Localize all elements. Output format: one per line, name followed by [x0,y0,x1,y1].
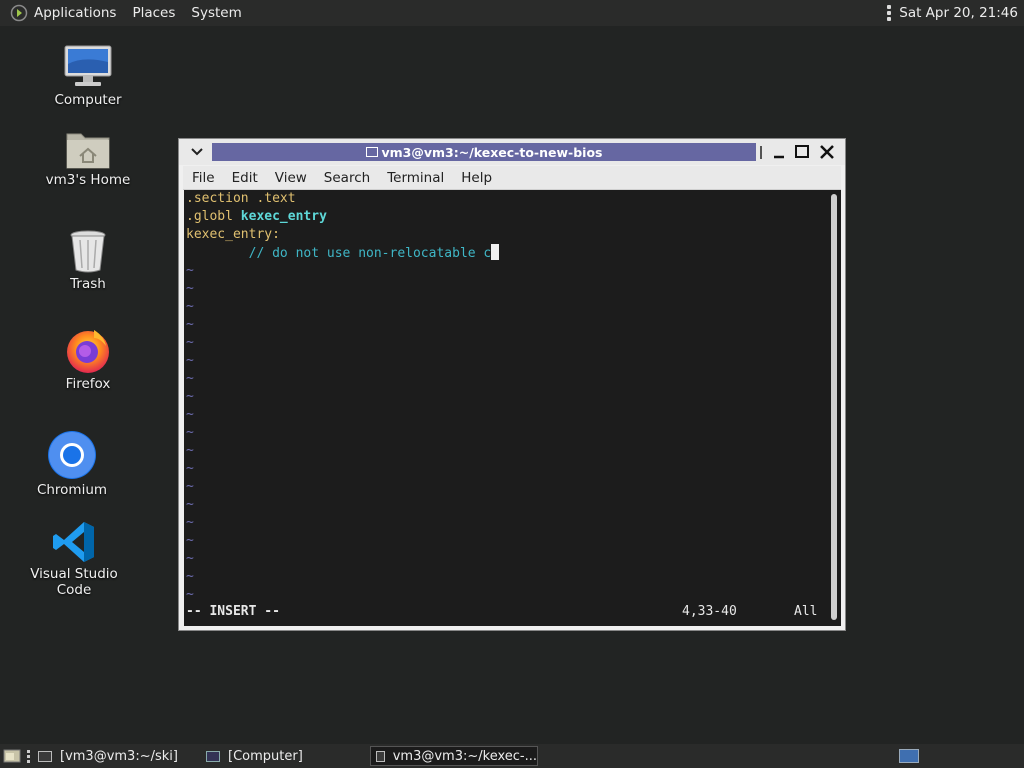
terminal-title-icon [365,147,378,157]
desktop-icon-home[interactable]: vm3's Home [33,128,143,188]
terminal-icon [376,750,385,762]
taskbar-item-label: vm3@vm3:~/kexec-... [392,748,537,764]
vscode-icon [53,522,94,562]
editor-line: kexec_entry: [186,226,280,244]
system-menu[interactable]: System [191,5,241,21]
scrollbar-thumb[interactable] [831,194,837,620]
chromium-icon [48,431,96,479]
close-icon[interactable] [818,143,836,161]
computer-icon [206,750,220,762]
cursor-position: 4,33-40 [682,604,737,619]
editor-line: // do not use non-relocatable c [186,244,500,262]
empty-line-tilde: ~ [186,335,194,350]
empty-line-tilde: ~ [186,281,194,296]
symbol-name: kexec_entry [240,209,327,224]
desktop-icon-label: Chromium [36,482,108,498]
window-menu-chevron-icon[interactable] [187,144,207,160]
maximize-icon[interactable] [793,143,811,161]
empty-line-tilde: ~ [186,479,194,494]
empty-line-tilde: ~ [186,425,194,440]
top-panel: Applications Places System Sat Apr 20, 2… [0,0,1024,26]
desktop-icon-label: Visual Studio Code [30,566,118,598]
menu-help[interactable]: Help [461,170,492,186]
directive: .globl [186,209,233,224]
empty-line-tilde: ~ [186,299,194,314]
workspace-switcher[interactable] [899,749,919,763]
firefox-icon [67,330,109,373]
desktop-icon-vscode[interactable]: Visual Studio Code [19,520,129,598]
window-title-bar-area[interactable]: vm3@vm3:~/kexec-to-new-bios [212,143,756,161]
empty-line-tilde: ~ [186,443,194,458]
vim-status-line: -- INSERT -- 4,33-40 All [186,603,826,621]
desktop-icon-computer[interactable]: Computer [33,44,143,108]
empty-line-tilde: ~ [186,515,194,530]
computer-icon [64,45,112,86]
home-folder-icon [66,133,110,169]
empty-line-tilde: ~ [186,263,194,278]
empty-line-tilde: ~ [186,371,194,386]
desktop-icon-label: Computer [54,92,122,108]
trash-icon [70,230,106,273]
desktop-icon-label: Firefox [65,376,111,392]
menu-edit[interactable]: Edit [232,170,258,186]
line-text: .text [248,191,296,206]
scroll-indicator: All [794,604,818,619]
terminal-menubar: File Edit View Search Terminal Help [183,166,841,190]
panel-handle-icon[interactable] [887,5,892,21]
empty-line-tilde: ~ [186,551,194,566]
desktop-icon-chromium[interactable]: Chromium [17,430,127,498]
menu-terminal[interactable]: Terminal [387,170,444,186]
comment-text: // do not use non-relocatable c [248,246,492,261]
terminal-window[interactable]: vm3@vm3:~/kexec-to-new-bios File Edit Vi… [178,138,846,631]
taskbar-item-label: [Computer] [228,748,303,764]
desktop-icon-firefox[interactable]: Firefox [33,326,143,392]
applications-menu[interactable]: Applications [34,5,116,21]
desktop-icon-trash[interactable]: Trash [33,228,143,292]
bottom-panel: [vm3@vm3:~/ski] [Computer] vm3@vm3:~/kex… [0,744,1024,768]
top-right-area: Sat Apr 20, 21:46 [887,0,1018,26]
desktop-icon-label: Trash [70,276,106,292]
minimize-icon[interactable] [770,143,788,161]
menu-search[interactable]: Search [324,170,370,186]
taskbar-handle-icon[interactable] [27,750,30,763]
taskbar-item-ski[interactable]: [vm3@vm3:~/ski] [38,746,200,766]
editor-line: .globl kexec_entry [186,208,327,226]
empty-line-tilde: ~ [186,353,194,368]
clock[interactable]: Sat Apr 20, 21:46 [899,5,1018,21]
empty-line-tilde: ~ [186,317,194,332]
window-title: vm3@vm3:~/kexec-to-new-bios [381,144,603,160]
desktop-icon-label: vm3's Home [45,172,131,188]
show-desktop-icon[interactable] [3,747,21,765]
editor-line: .section .text [186,190,296,208]
taskbar-item-kexec[interactable]: vm3@vm3:~/kexec-... [370,746,538,766]
empty-line-tilde: ~ [186,587,194,602]
title-bar[interactable]: vm3@vm3:~/kexec-to-new-bios [179,139,845,165]
terminal-content[interactable]: .section .text .globl kexec_entry kexec_… [184,190,841,626]
places-menu[interactable]: Places [132,5,175,21]
empty-line-tilde: ~ [186,461,194,476]
text-cursor [491,244,500,260]
empty-line-tilde: ~ [186,497,194,512]
terminal-icon [38,750,52,762]
taskbar-item-label: [vm3@vm3:~/ski] [60,748,178,764]
empty-line-tilde: ~ [186,407,194,422]
scrollbar[interactable] [830,192,838,622]
applications-logo-icon[interactable] [10,4,28,22]
label-text: kexec_entry: [186,227,280,242]
directive: .section [186,191,249,206]
taskbar-item-computer[interactable]: [Computer] [206,746,368,766]
mode-indicator: -- INSERT -- [186,604,280,619]
empty-line-tilde: ~ [186,569,194,584]
menu-file[interactable]: File [192,170,215,186]
menu-view[interactable]: View [275,170,307,186]
empty-line-tilde: ~ [186,533,194,548]
top-menu: Applications Places System [34,0,258,26]
empty-line-tilde: ~ [186,389,194,404]
